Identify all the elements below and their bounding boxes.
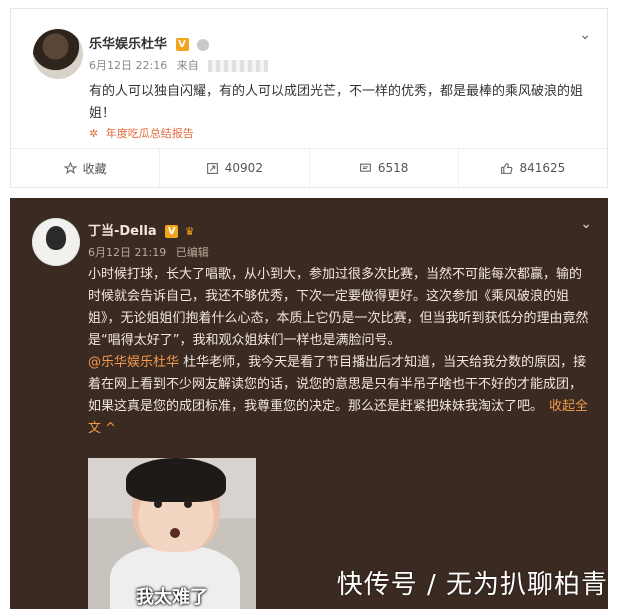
author-avatar[interactable] — [32, 218, 80, 266]
edited-label[interactable]: 已编辑 — [176, 246, 209, 259]
post-time[interactable]: 6月12日 22:16 — [89, 59, 167, 72]
like-button[interactable]: 841625 — [459, 149, 607, 187]
action-bar: 收藏 40902 6518 841625 — [11, 148, 607, 187]
image-caption: 我太难了 — [136, 587, 208, 608]
author-avatar[interactable] — [33, 29, 83, 79]
mention-link[interactable]: @乐华娱乐杜华 — [88, 355, 179, 370]
post-meta: 6月12日 21:19 已编辑 — [88, 244, 209, 260]
post-text: 小时候打球，长大了唱歌，从小到大，参加过很多次比赛，当然不可能每次都赢，输的时候… — [88, 264, 593, 440]
post-text: 有的人可以独自闪耀，有的人可以成团光芒，不一样的优秀，都是最棒的乘风破浪的姐姐！ — [89, 84, 584, 121]
report-link[interactable]: ✲ 年度吃瓜总结报告 — [89, 125, 194, 141]
comment-icon — [359, 163, 371, 172]
weibo-post-card-1: 乐华娱乐杜华 V 6月12日 22:16 来自 ⌄ 有的人可以独自闪耀，有的人可… — [10, 8, 608, 188]
post-time[interactable]: 6月12日 21:19 — [88, 246, 166, 259]
post-image[interactable]: 我太难了 — [88, 458, 256, 609]
post-meta: 6月12日 22:16 来自 — [89, 57, 269, 73]
blurred-source — [208, 60, 269, 72]
comment-button[interactable]: 6518 — [310, 149, 459, 187]
repost-icon — [206, 162, 218, 174]
author-name-line: 丁当-Della V ♛ — [88, 220, 195, 239]
post-text-part-1: 小时候打球，长大了唱歌，从小到大，参加过很多次比赛，当然不可能每次都赢，输的时候… — [88, 267, 589, 348]
star-icon — [63, 161, 77, 174]
verified-badge-icon: V — [175, 38, 189, 51]
repost-button[interactable]: 40902 — [160, 149, 310, 187]
member-icon — [197, 38, 210, 51]
repost-count: 40902 — [224, 161, 263, 175]
chevron-down-icon[interactable]: ⌄ — [579, 27, 591, 43]
weibo-post-card-2: 丁当-Della V ♛ 6月12日 21:19 已编辑 ⌄ 小时候打球，长大了… — [10, 198, 608, 609]
favorite-label: 收藏 — [82, 161, 107, 176]
favorite-button[interactable]: 收藏 — [11, 149, 161, 187]
thumbs-up-icon — [501, 162, 513, 174]
report-label: 年度吃瓜总结报告 — [105, 127, 194, 140]
chevron-down-icon[interactable]: ⌄ — [580, 216, 592, 232]
verified-badge-icon: V — [165, 225, 179, 238]
author-name[interactable]: 丁当-Della — [88, 224, 157, 239]
comment-count: 6518 — [377, 161, 409, 175]
watermark: 快传号 / 无为扒聊柏青 — [336, 570, 608, 600]
crown-icon: ♛ — [184, 225, 195, 238]
post-source: 来自 — [176, 59, 199, 72]
sparkle-icon: ✲ — [89, 127, 99, 140]
like-count: 841625 — [519, 161, 566, 175]
author-name[interactable]: 乐华娱乐杜华 — [89, 37, 167, 52]
author-name-line: 乐华娱乐杜华 V — [89, 33, 210, 52]
